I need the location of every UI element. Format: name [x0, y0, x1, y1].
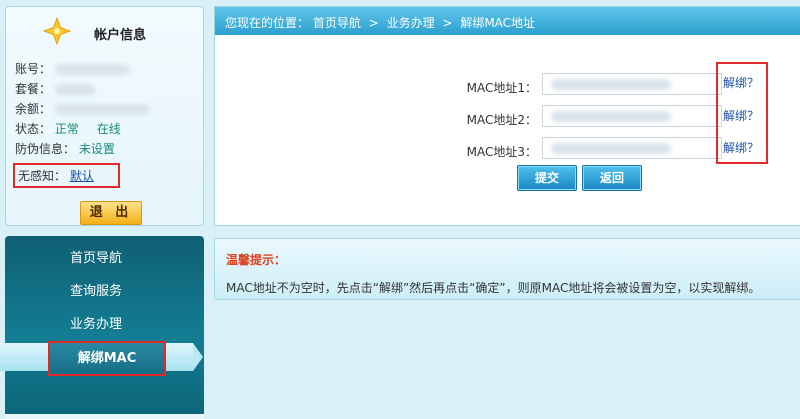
back-button[interactable]: 返回 — [582, 165, 642, 191]
account-row: 账号： — [15, 59, 200, 79]
mac3-input[interactable] — [542, 137, 722, 159]
unbind-mac1-link[interactable]: 解绑？ — [723, 74, 759, 91]
mac2-value-redacted — [551, 111, 671, 122]
package-value-redacted — [54, 84, 95, 95]
mac1-value-redacted — [551, 79, 671, 90]
account-value-redacted — [54, 64, 130, 75]
balance-label: 余额： — [15, 102, 52, 116]
unbind-mac2-link[interactable]: 解绑？ — [723, 107, 759, 124]
account-label: 账号： — [15, 62, 52, 76]
star-icon — [43, 17, 71, 45]
noauth-row: 无感知： 默认 — [18, 167, 94, 185]
tip-panel: 温馨提示： MAC地址不为空时，先点击“解绑”然后再点击“确定”，则原MAC地址… — [214, 238, 800, 300]
nav-item-home[interactable]: 首页导航 — [5, 248, 204, 270]
nav-item-query[interactable]: 查询服务 — [5, 281, 204, 303]
status-value: 正常 — [54, 122, 79, 136]
unbind-mac3-link[interactable]: 解绑？ — [723, 139, 759, 156]
noauth-label: 无感知： — [18, 169, 67, 183]
antitheft-label: 防伪信息： — [15, 142, 76, 156]
nav-item-business[interactable]: 业务办理 — [5, 314, 204, 336]
antitheft-row: 防伪信息： 未设置 — [15, 139, 200, 159]
nav-item-unbind-mac[interactable]: 解绑MAC — [48, 341, 166, 376]
account-title: 帐户信息 — [94, 28, 147, 43]
mac1-input[interactable] — [542, 73, 722, 95]
mac2-input[interactable] — [542, 105, 722, 127]
package-label: 套餐： — [15, 82, 52, 96]
mac2-label: MAC地址2： — [466, 113, 537, 127]
mac-form: MAC地址1： MAC地址2： MAC地址3： 解绑？ 解绑？ 解绑？ 提交 返… — [215, 7, 800, 225]
unbind-mac-panel: 您现在的位置： 首页导航 > 业务办理 > 解绑MAC地址 MAC地址1： MA… — [214, 6, 800, 226]
balance-row: 余额： — [15, 99, 200, 119]
logout-button[interactable]: 退 出 — [80, 201, 142, 225]
mac3-label: MAC地址3： — [466, 145, 537, 159]
nav-active-arrow — [193, 343, 203, 371]
mac3-value-redacted — [551, 143, 671, 154]
tip-text: MAC地址不为空时，先点击“解绑”然后再点击“确定”，则原MAC地址将会被设置为… — [226, 281, 761, 295]
tip-title: 温馨提示： — [226, 253, 287, 267]
online-value: 在线 — [96, 122, 121, 136]
noauth-link[interactable]: 默认 — [70, 169, 94, 183]
antitheft-value: 未设置 — [78, 142, 115, 156]
nav-menu: 首页导航 查询服务 业务办理 — [5, 236, 204, 419]
submit-button[interactable]: 提交 — [517, 165, 577, 191]
balance-value-redacted — [54, 104, 150, 115]
account-header: 帐户信息 — [6, 7, 203, 51]
status-label: 状态： — [15, 122, 52, 136]
mac1-label: MAC地址1： — [466, 81, 537, 95]
status-row: 状态： 正常 在线 — [15, 119, 200, 139]
package-row: 套餐： — [15, 79, 200, 99]
noauth-highlight: 无感知： 默认 — [13, 163, 120, 188]
nav-bottom-strip — [5, 414, 204, 419]
account-info: 账号： 套餐： 余额： 状态： 正常 在线 防伪信息： 未设置 — [15, 59, 200, 159]
account-panel: 帐户信息 账号： 套餐： 余额： 状态： 正常 在线 防伪信息： 未设置 无感知… — [5, 6, 204, 226]
